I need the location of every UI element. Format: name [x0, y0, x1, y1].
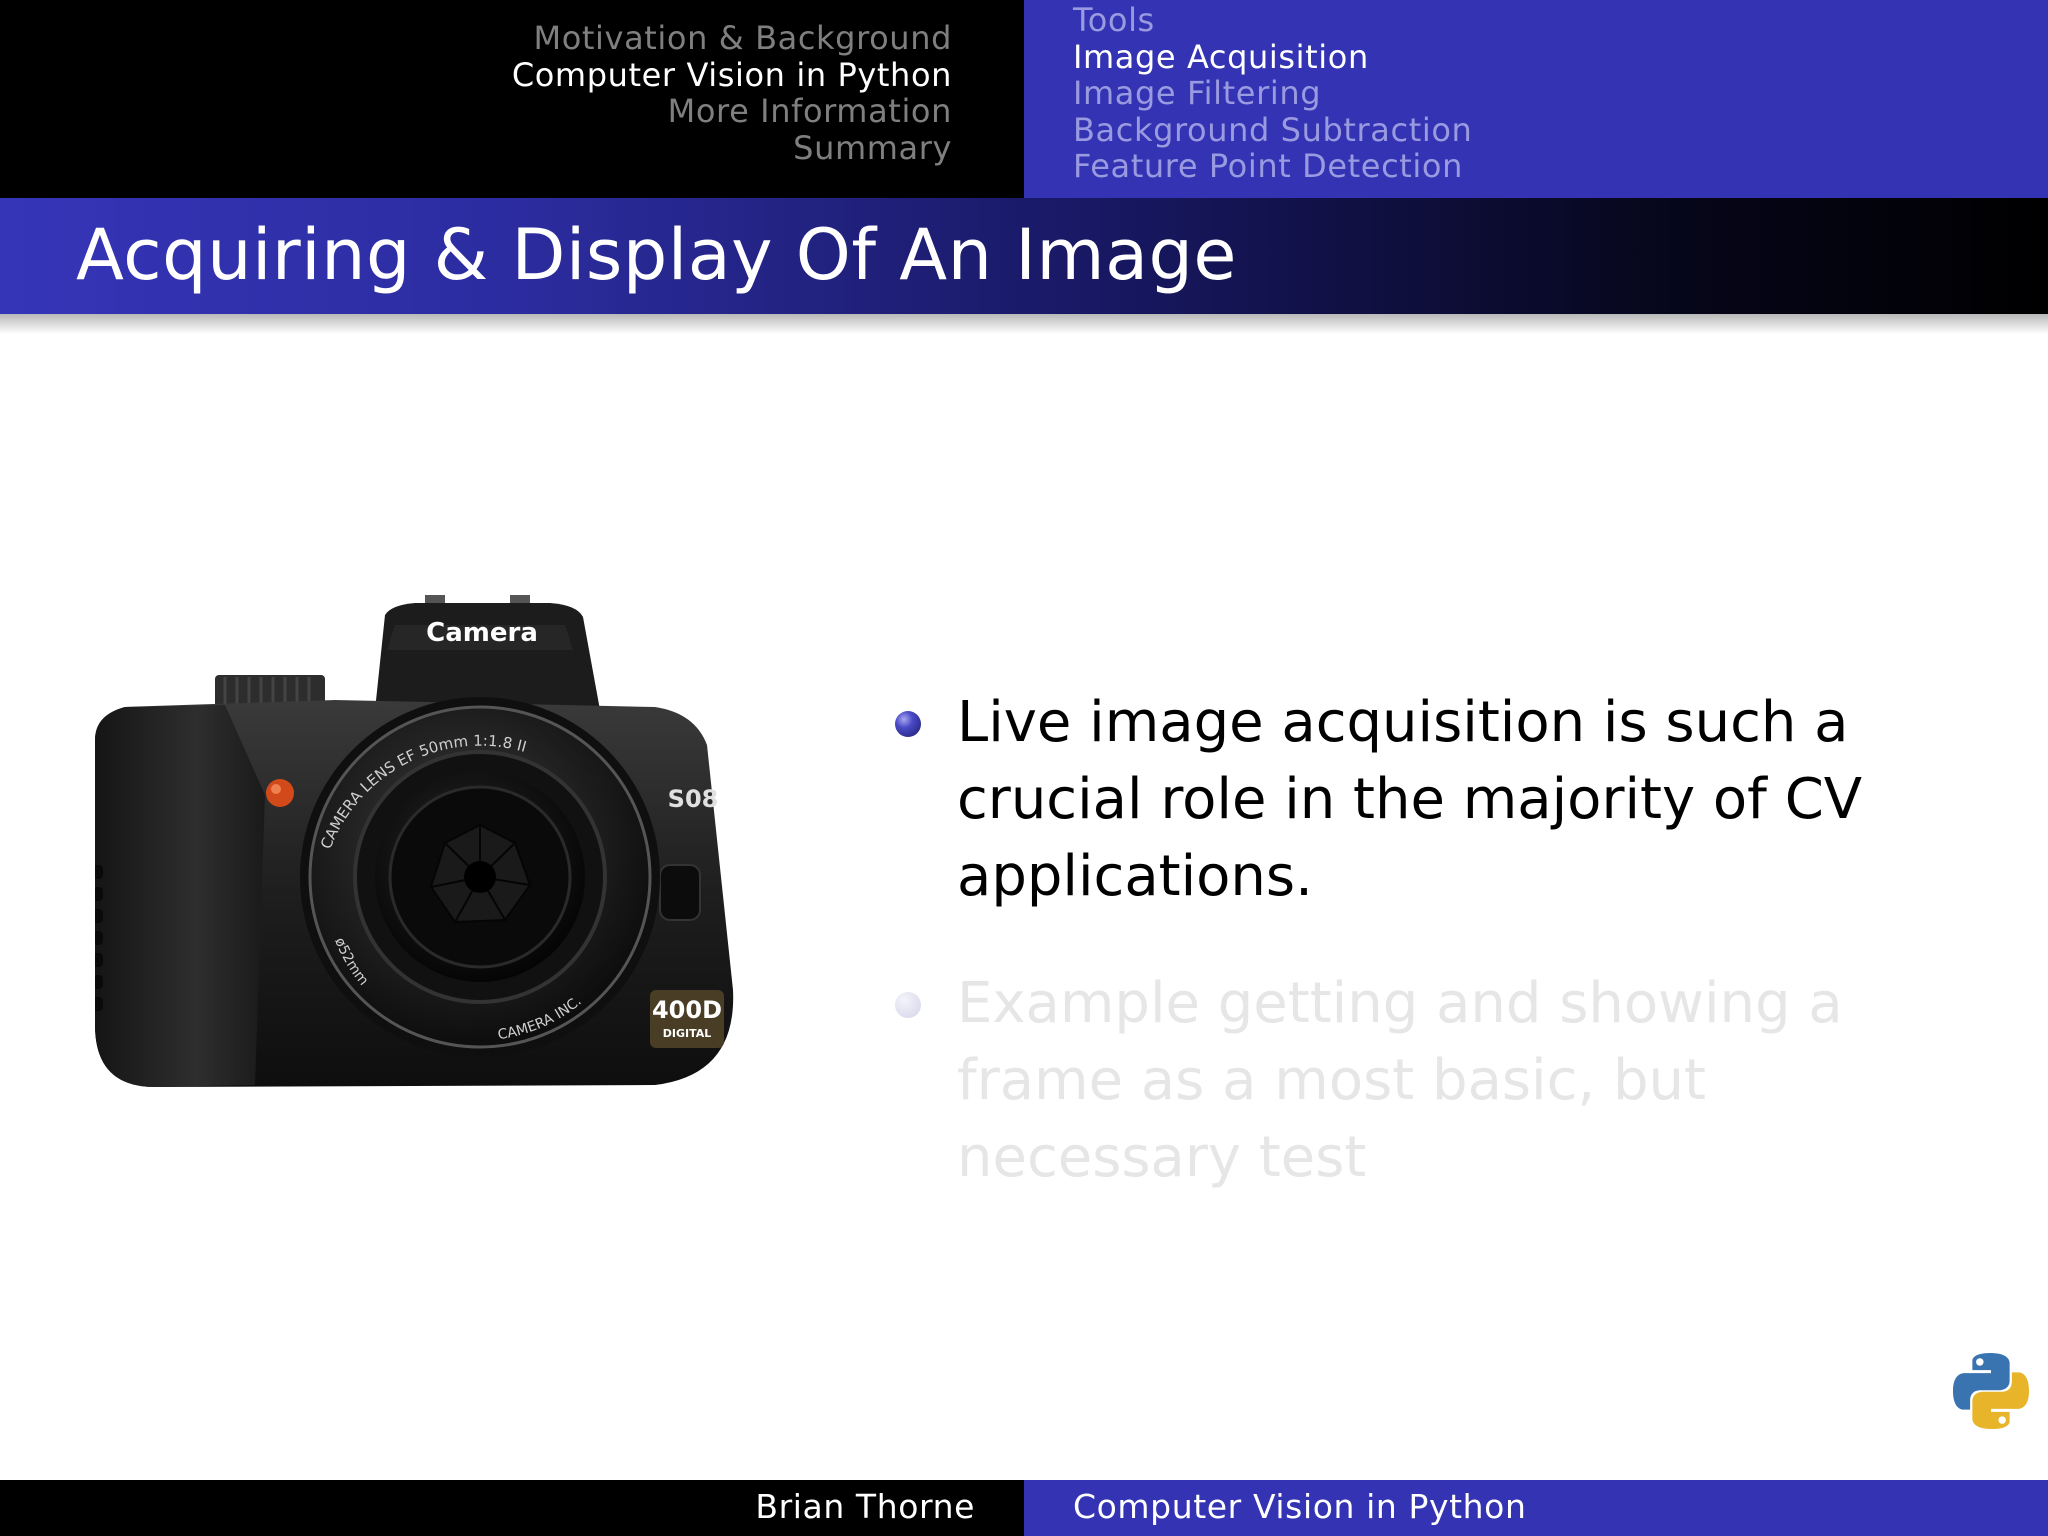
section-list: Motivation & Background Computer Vision … — [512, 20, 952, 166]
footer-author: Brian Thorne — [755, 1487, 975, 1526]
subsection-item-tools[interactable]: Tools — [1073, 2, 1472, 39]
footer-title: Computer Vision in Python — [1073, 1487, 1527, 1526]
bullet-list: Live image acquisition is such a crucial… — [893, 684, 1993, 1246]
camera-model-sub: DIGITAL — [663, 1027, 712, 1040]
bullet-item-dimmed: Example getting and showing a frame as a… — [893, 965, 1993, 1196]
bullet-item: Live image acquisition is such a crucial… — [893, 684, 1993, 915]
section-item-more-information[interactable]: More Information — [512, 93, 952, 130]
header-navigation: Motivation & Background Computer Vision … — [0, 0, 2048, 198]
camera-illustration: Camera S08 400D DIGITAL CAMERA LENS EF 5… — [95, 595, 743, 1095]
footer-author-panel: Brian Thorne — [0, 1480, 1024, 1536]
subsection-item-image-filtering[interactable]: Image Filtering — [1073, 75, 1472, 112]
section-item-computer-vision[interactable]: Computer Vision in Python — [512, 56, 952, 94]
bullet-ball-icon — [895, 992, 921, 1018]
camera-brand-text: Camera — [426, 618, 538, 648]
camera-side-badge: S08 — [668, 785, 719, 813]
subsection-list: Tools Image Acquisition Image Filtering … — [1073, 2, 1472, 185]
camera-model-number: 400D — [652, 996, 722, 1024]
bullet-text: Example getting and showing a frame as a… — [957, 971, 1843, 1190]
python-logo-icon — [1950, 1350, 2032, 1432]
section-nav-panel: Motivation & Background Computer Vision … — [0, 0, 1024, 198]
bullet-ball-icon — [895, 711, 921, 737]
bullet-text: Live image acquisition is such a crucial… — [957, 690, 1863, 909]
subsection-item-image-acquisition[interactable]: Image Acquisition — [1073, 38, 1472, 76]
section-item-motivation[interactable]: Motivation & Background — [512, 20, 952, 57]
subsection-item-feature-point-detection[interactable]: Feature Point Detection — [1073, 148, 1472, 185]
subsection-item-background-subtraction[interactable]: Background Subtraction — [1073, 111, 1472, 149]
title-bar-shadow — [0, 314, 2048, 334]
section-item-summary[interactable]: Summary — [512, 129, 952, 167]
footer-title-panel: Computer Vision in Python — [1024, 1480, 2048, 1536]
slide-title: Acquiring & Display Of An Image — [76, 214, 1237, 296]
frame-title-bar: Acquiring & Display Of An Image — [0, 198, 2048, 314]
subsection-nav-panel: Tools Image Acquisition Image Filtering … — [1024, 0, 2048, 198]
